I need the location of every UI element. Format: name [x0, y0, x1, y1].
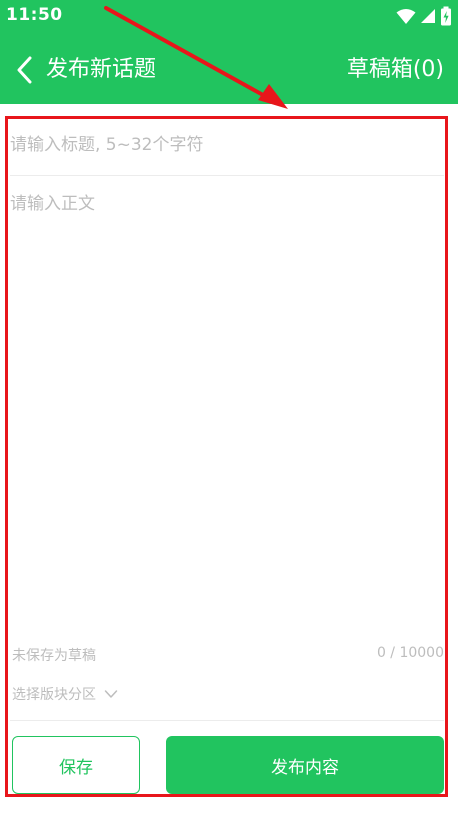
drafts-button[interactable]: 草稿箱(0): [347, 56, 444, 84]
title-input[interactable]: [10, 116, 444, 174]
section-selector[interactable]: 选择版块分区: [12, 683, 118, 705]
title-divider: [10, 175, 444, 176]
footer-divider: [10, 720, 444, 721]
wifi-icon: [396, 9, 416, 24]
char-counter: 0 / 10000: [376, 645, 444, 661]
status-icons: [396, 6, 452, 26]
status-time: 11:50: [6, 5, 63, 25]
save-button[interactable]: 保存: [12, 736, 140, 794]
cellular-signal-icon: [421, 9, 435, 23]
back-button[interactable]: [10, 54, 38, 86]
publish-button[interactable]: 发布内容: [166, 736, 444, 794]
status-bar: 11:50: [0, 0, 458, 34]
draft-status: 未保存为草稿: [12, 648, 96, 664]
battery-icon: [441, 6, 451, 26]
chevron-down-icon: [104, 690, 118, 698]
page-title: 发布新话题: [46, 57, 157, 82]
chevron-left-icon: [17, 56, 32, 84]
section-selector-label: 选择版块分区: [12, 687, 96, 703]
app-bar: 发布新话题 草稿箱(0): [0, 34, 458, 104]
body-input[interactable]: [10, 190, 444, 630]
